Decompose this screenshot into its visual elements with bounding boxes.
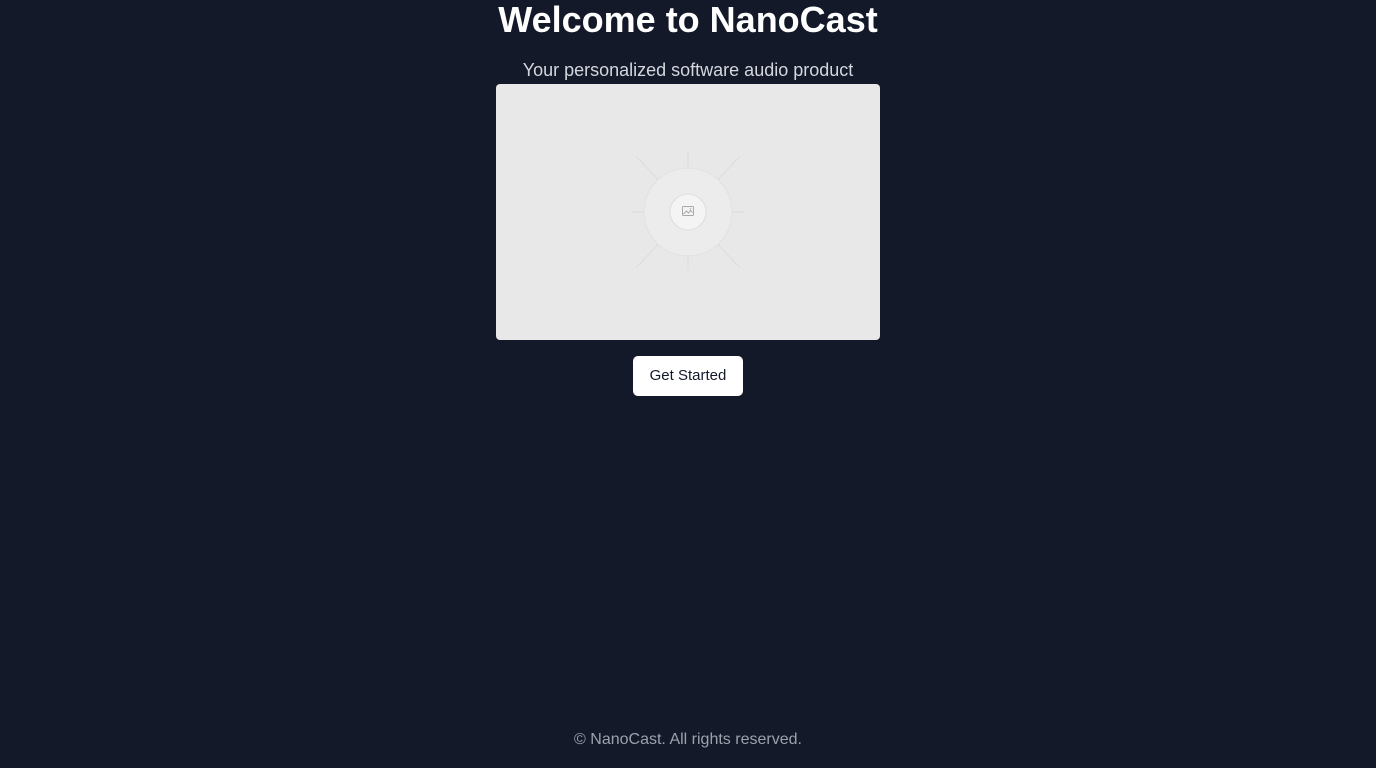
footer-copyright: © NanoCast. All rights reserved. [574, 731, 802, 748]
page-subtitle: Your personalized software audio product [522, 60, 854, 80]
placeholder-graphic [632, 150, 744, 270]
hero-image-placeholder [496, 84, 880, 340]
landing-page: Welcome to NanoCast Your personalized so… [0, 0, 1376, 768]
get-started-button[interactable]: Get Started [633, 356, 743, 396]
page-title: Welcome to NanoCast [498, 0, 878, 40]
